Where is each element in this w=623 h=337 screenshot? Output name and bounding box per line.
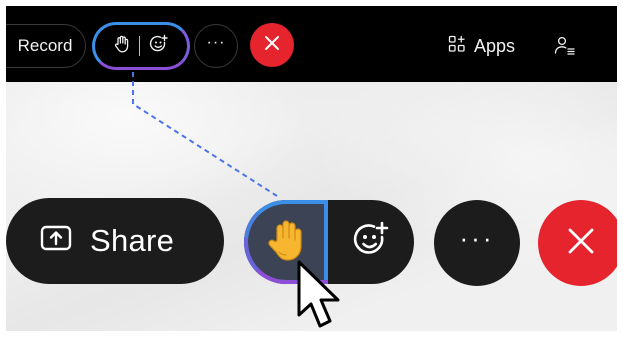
share-screen-icon xyxy=(40,223,72,259)
more-label: ··· xyxy=(459,222,495,253)
mouse-cursor-icon xyxy=(297,260,340,328)
leave-button[interactable] xyxy=(538,200,617,286)
smiley-plus-icon xyxy=(351,220,391,265)
close-icon xyxy=(566,226,596,261)
more-button[interactable]: ··· xyxy=(434,200,520,286)
meeting-window: Record ··· Apps Share ··· xyxy=(6,6,617,331)
share-button[interactable]: Share xyxy=(6,198,224,284)
share-label: Share xyxy=(90,223,175,258)
